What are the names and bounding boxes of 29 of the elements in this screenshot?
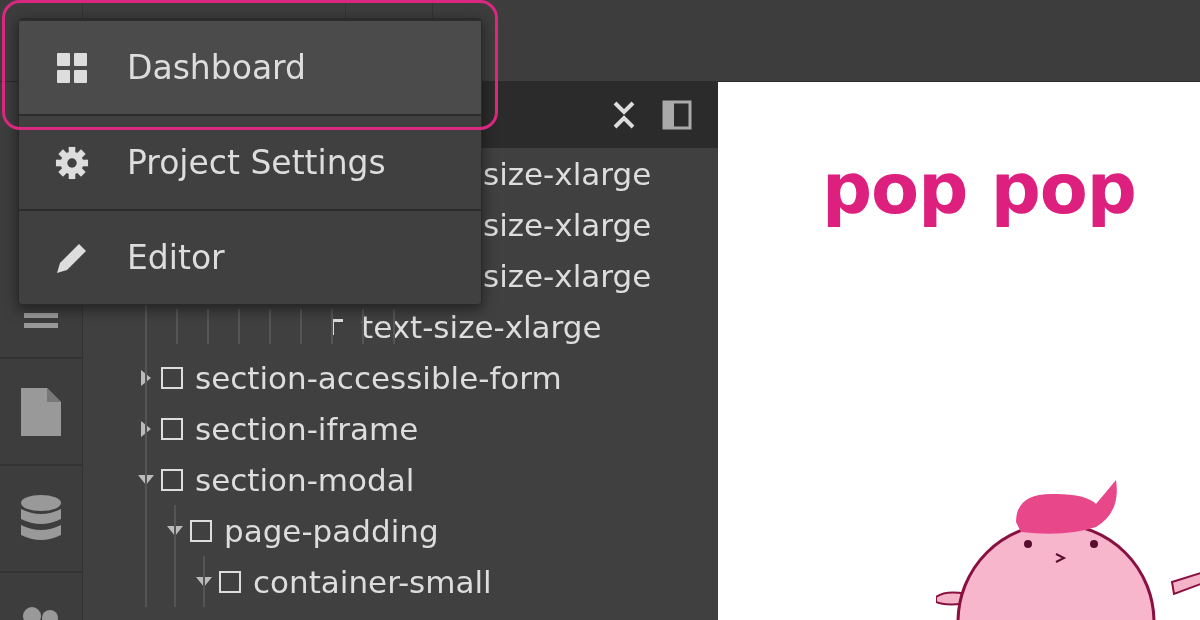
caret-down-icon[interactable] [164, 525, 186, 536]
tree-item-label[interactable]: size-xlarge [483, 206, 652, 243]
paragraph-icon [331, 318, 343, 335]
tree-item-label[interactable]: size-xlarge [483, 257, 652, 294]
menu-item[interactable]: Dashboard [19, 19, 481, 114]
box-icon [219, 570, 241, 593]
settings-icon [55, 144, 89, 181]
box-icon [190, 519, 212, 542]
caret-down-icon[interactable] [193, 576, 215, 587]
caret-down-icon[interactable] [135, 474, 157, 485]
grid-icon [57, 52, 87, 83]
collapse-icon[interactable] [612, 100, 636, 130]
box-icon [161, 366, 183, 389]
box-icon [161, 417, 183, 440]
tree-item-label[interactable]: container-small [253, 563, 492, 600]
tree-item-label[interactable]: text-size-xlarge [361, 308, 602, 345]
menu-icon[interactable] [24, 313, 58, 329]
box-icon [161, 468, 183, 491]
tree-item-label[interactable]: section-accessible-form [195, 359, 562, 396]
tree-item-label[interactable]: size-xlarge [483, 155, 652, 192]
tree-item-label[interactable]: page-padding [224, 512, 439, 549]
database-icon[interactable] [21, 494, 61, 543]
page-icon[interactable] [21, 387, 61, 436]
logo-text: pop pop [821, 148, 1136, 230]
panel-icon[interactable] [662, 100, 692, 130]
tree-item-label[interactable]: section-iframe [195, 410, 419, 447]
menu-item[interactable]: Editor [19, 209, 481, 304]
menu-item[interactable]: Project Settings [19, 114, 481, 209]
tree-item-label[interactable]: section-modal [195, 461, 415, 498]
